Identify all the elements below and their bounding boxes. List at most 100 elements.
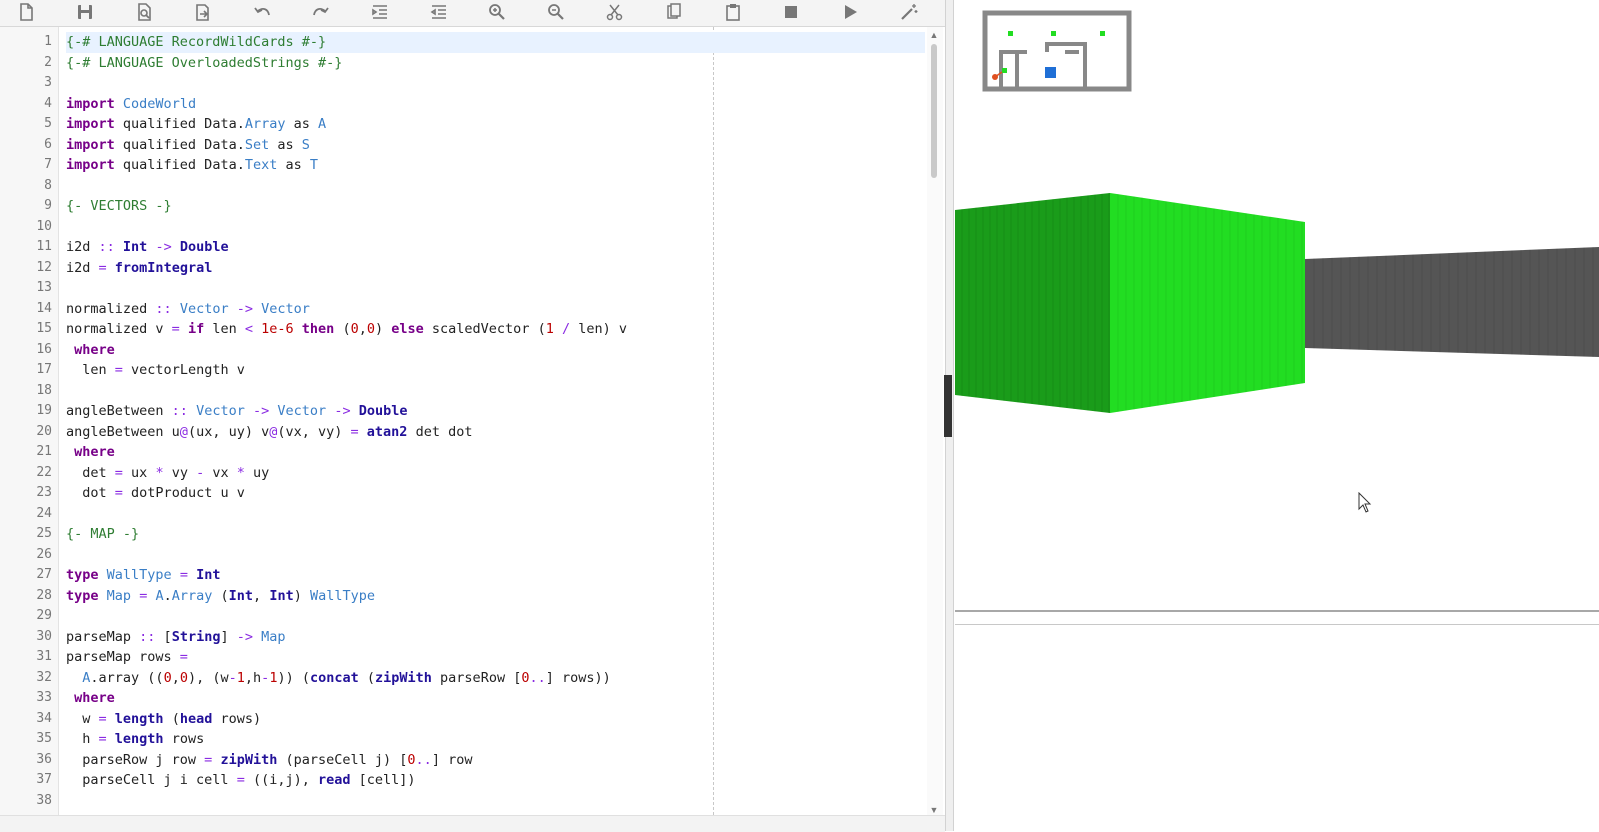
copy-button[interactable] — [660, 0, 688, 24]
outdent-button[interactable] — [425, 0, 453, 24]
minimap-wall-block — [1008, 31, 1013, 36]
scroll-down-arrow-icon[interactable]: ▼ — [929, 805, 939, 815]
copy-icon — [667, 3, 681, 19]
code-line[interactable] — [66, 545, 925, 566]
code-line[interactable] — [66, 278, 925, 299]
code-editor[interactable]: 1 2 3 4 5 6 7 8 9 10 11 12 13 14 15 16 17 18 19 20 21 22 23 24 2… — [0, 27, 945, 815]
undo-button[interactable] — [248, 0, 276, 24]
line-number: 4 — [44, 95, 52, 111]
line-number: 10 — [36, 218, 52, 234]
line-number: 25 — [36, 526, 52, 541]
code-line[interactable]: normalized :: Vector -> Vector — [66, 299, 925, 320]
share-icon — [196, 4, 209, 21]
line-number: 14 — [36, 300, 52, 316]
code-line[interactable]: {-# LANGUAGE OverloadedStrings #-} — [66, 53, 925, 74]
stop-button[interactable] — [777, 0, 805, 24]
code-line[interactable] — [66, 504, 925, 525]
line-number: 2 — [44, 54, 52, 70]
line-number: 11 — [36, 239, 52, 254]
code-line[interactable]: parseMap :: [String] -> Map — [66, 627, 925, 648]
zoom-in-button[interactable] — [483, 0, 511, 24]
magic-wand-icon — [901, 4, 918, 20]
line-number: 38 — [36, 792, 52, 808]
line-number: 1 — [44, 34, 52, 49]
outdent-icon — [430, 5, 446, 19]
code-line[interactable]: parseMap rows = — [66, 647, 925, 668]
redo-icon — [313, 7, 329, 16]
code-line[interactable]: i2d = fromIntegral — [66, 258, 925, 279]
wall-dark-green — [955, 193, 1110, 413]
line-number: 36 — [36, 751, 52, 767]
code-line[interactable]: where — [66, 340, 925, 361]
indent-icon — [372, 5, 387, 19]
line-number: 22 — [36, 464, 52, 480]
code-line[interactable]: angleBetween :: Vector -> Vector -> Doub… — [66, 401, 925, 422]
line-number: 28 — [36, 587, 52, 603]
code-line[interactable]: type Map = A.Array (Int, Int) WallType — [66, 586, 925, 607]
line-number: 15 — [36, 321, 52, 336]
code-line[interactable]: normalized v = if len < 1e-6 then (0,0) … — [66, 319, 925, 340]
paste-button[interactable] — [719, 0, 747, 24]
pane-resize-handle[interactable] — [944, 375, 952, 437]
code-line[interactable]: where — [66, 442, 925, 463]
code-line[interactable]: w = length (head rows) — [66, 709, 925, 730]
code-line[interactable]: {-# LANGUAGE RecordWildCards #-} — [66, 32, 925, 53]
minimap — [982, 10, 1132, 92]
code-line[interactable]: import qualified Data.Array as A — [66, 114, 925, 135]
format-button[interactable] — [895, 0, 923, 24]
code-line[interactable] — [66, 176, 925, 197]
code-area[interactable]: {-# LANGUAGE RecordWildCards #-} {-# LANG… — [66, 27, 925, 815]
line-number: 13 — [36, 280, 52, 295]
code-line[interactable]: import CodeWorld — [66, 94, 925, 115]
redo-button[interactable] — [307, 0, 335, 24]
code-line[interactable] — [66, 606, 925, 627]
minimap-walls — [999, 42, 1087, 88]
minimap-blue-block — [1045, 67, 1056, 78]
editor-scrollbar-thumb[interactable] — [931, 44, 937, 178]
code-line[interactable]: det = ux * vy - vx * uy — [66, 463, 925, 484]
code-line[interactable]: angleBetween u@(ux, uy) v@(vx, vy) = ata… — [66, 422, 925, 443]
line-number: 35 — [36, 731, 52, 746]
zoom-out-button[interactable] — [542, 0, 570, 24]
scroll-up-arrow-icon[interactable]: ▲ — [929, 30, 939, 40]
code-line[interactable]: where — [66, 688, 925, 709]
code-line[interactable]: import qualified Data.Set as S — [66, 135, 925, 156]
console-output[interactable] — [955, 624, 1599, 832]
indent-button[interactable] — [366, 0, 394, 24]
line-number: 24 — [36, 505, 52, 521]
editor-horizontal-scrollbar[interactable] — [0, 815, 945, 832]
program-output-canvas[interactable] — [955, 0, 1599, 612]
run-button[interactable] — [836, 0, 864, 24]
code-line[interactable]: {- VECTORS -} — [66, 196, 925, 217]
code-line[interactable] — [66, 217, 925, 238]
save-button[interactable] — [71, 0, 99, 24]
code-line[interactable]: {- MAP -} — [66, 524, 925, 545]
code-line[interactable]: parseRow j row = zipWith (parseCell j) [… — [66, 750, 925, 771]
file-icon — [20, 3, 33, 21]
code-line[interactable]: len = vectorLength v — [66, 360, 925, 381]
line-number: 9 — [44, 198, 52, 213]
code-line[interactable] — [66, 381, 925, 402]
new-file-button[interactable] — [12, 0, 40, 24]
code-line[interactable]: import qualified Data.Text as T — [66, 155, 925, 176]
zoom-in-icon — [489, 4, 505, 20]
share-button[interactable] — [189, 0, 217, 24]
code-line[interactable] — [66, 73, 925, 94]
code-line[interactable]: i2d :: Int -> Double — [66, 237, 925, 258]
line-number: 29 — [36, 608, 52, 623]
code-line[interactable] — [66, 791, 925, 812]
line-number: 27 — [36, 567, 52, 582]
code-line[interactable]: h = length rows — [66, 729, 925, 750]
line-number: 33 — [36, 690, 52, 705]
code-line[interactable]: parseCell j i cell = ((i,j), read [cell]… — [66, 770, 925, 791]
undo-icon — [254, 7, 270, 16]
line-number: 31 — [36, 649, 52, 664]
search-file-button[interactable] — [130, 0, 158, 24]
cut-button[interactable] — [601, 0, 629, 24]
code-line[interactable]: dot = dotProduct u v — [66, 483, 925, 504]
game-view — [955, 10, 1599, 413]
scissors-icon — [606, 4, 623, 21]
code-line[interactable]: A.array ((0,0), (w-1,h-1)) (concat (zipW… — [66, 668, 925, 689]
line-number: 6 — [44, 136, 52, 152]
code-line[interactable]: type WallType = Int — [66, 565, 925, 586]
